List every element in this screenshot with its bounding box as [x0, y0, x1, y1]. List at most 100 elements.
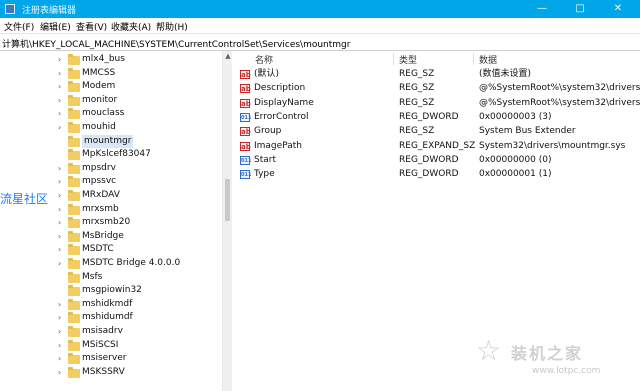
tree-item-label[interactable]: mrxsmb20: [82, 216, 130, 229]
tree-item-label[interactable]: msisadrv: [82, 325, 123, 338]
minimize-button[interactable]: —: [528, 0, 556, 18]
string-value-icon: ab: [240, 98, 251, 108]
value-row[interactable]: ab (默认) REG_SZ (数值未设置): [233, 67, 640, 81]
value-type: REG_EXPAND_SZ: [399, 140, 476, 151]
close-button[interactable]: ✕: [604, 0, 632, 18]
tree-item-label[interactable]: Modem: [82, 80, 115, 93]
chevron-right-icon[interactable]: ›: [58, 121, 66, 134]
title-bar: 注册表编辑器 — □ ✕: [0, 0, 640, 18]
value-row[interactable]: ab Group REG_SZ System Bus Extender: [233, 124, 640, 138]
folder-icon: [68, 312, 80, 324]
menu-edit[interactable]: 编辑(E): [40, 20, 71, 33]
value-row[interactable]: ab ImagePath REG_EXPAND_SZ System32\drivers…: [233, 139, 640, 153]
folder-icon: [68, 122, 80, 133]
value-row[interactable]: ab Description REG_SZ @%SystemRoot%\system3…: [233, 81, 640, 95]
chevron-right-icon[interactable]: ›: [58, 80, 66, 93]
tree-item-label[interactable]: mouhid: [82, 121, 116, 134]
menu-help[interactable]: 帮助(H): [156, 20, 188, 33]
value-name[interactable]: Start: [254, 153, 276, 167]
tree-item-label[interactable]: MSDTC Bridge 4.0.0.0: [82, 257, 180, 270]
menu-favorites[interactable]: 收藏夹(A): [111, 20, 151, 33]
menu-file[interactable]: 文件(F): [4, 20, 34, 33]
chevron-right-icon[interactable]: ›: [58, 230, 66, 243]
tree-item-label[interactable]: MRxDAV: [82, 189, 120, 202]
tree-item-label[interactable]: MSDTC: [82, 243, 114, 256]
tree-item-label[interactable]: MsBridge: [82, 230, 124, 243]
folder-icon: [68, 94, 80, 106]
value-name[interactable]: DisplayName: [254, 96, 314, 110]
chevron-right-icon[interactable]: ›: [58, 162, 66, 175]
chevron-right-icon[interactable]: ›: [58, 325, 66, 338]
value-name[interactable]: ImagePath: [254, 139, 302, 153]
chevron-right-icon[interactable]: ›: [58, 366, 66, 379]
chevron-right-icon[interactable]: ›: [58, 352, 66, 365]
tree-item-label[interactable]: MSiSCSI: [82, 339, 118, 352]
tree-item-label[interactable]: mpssvc: [82, 175, 116, 188]
chevron-right-icon[interactable]: ›: [58, 298, 66, 311]
chevron-right-icon[interactable]: ›: [58, 216, 66, 229]
value-row[interactable]: ab DisplayName REG_SZ @%SystemRoot%\system3…: [233, 96, 640, 110]
chevron-right-icon[interactable]: ›: [58, 339, 66, 352]
chevron-right-icon[interactable]: ›: [58, 67, 66, 80]
scroll-thumb[interactable]: [225, 179, 230, 221]
chevron-right-icon[interactable]: ›: [58, 53, 66, 66]
column-separator[interactable]: [393, 53, 394, 65]
maximize-button[interactable]: □: [566, 0, 594, 18]
tree-item-label[interactable]: mshidumdf: [82, 311, 133, 324]
value-data: System32\drivers\mountmgr.sys: [479, 140, 626, 151]
folder-icon: [68, 203, 80, 215]
window-title: 注册表编辑器: [22, 6, 77, 16]
dword-value-icon: 011: [240, 170, 252, 180]
address-bar[interactable]: 计算机\HKEY_LOCAL_MACHINE\SYSTEM\CurrentCon…: [0, 34, 640, 51]
value-type: REG_DWORD: [399, 111, 459, 122]
tree-item-label[interactable]: mouclass: [82, 107, 124, 120]
tree-item-label[interactable]: msgpiowin32: [82, 284, 142, 297]
tree-item-label[interactable]: mrxsmb: [82, 203, 119, 216]
value-name[interactable]: Group: [254, 124, 281, 138]
folder-icon: [68, 230, 80, 242]
value-type: REG_DWORD: [399, 154, 459, 165]
value-data: 0x00000000 (0): [479, 154, 552, 165]
value-row[interactable]: 011 Start REG_DWORD 0x00000000 (0): [233, 153, 640, 167]
address-path[interactable]: 计算机\HKEY_LOCAL_MACHINE\SYSTEM\CurrentCon…: [2, 37, 350, 50]
folder-icon: [68, 285, 80, 297]
watermark-right: ☆ 装机之家 www.lotpc.com: [476, 334, 636, 388]
folder-icon: [68, 353, 80, 365]
chevron-right-icon[interactable]: ›: [58, 243, 66, 256]
tree-scrollbar[interactable]: ▲: [222, 51, 232, 391]
folder-icon: [68, 67, 80, 79]
tree-item-label[interactable]: MpKslcef83047: [82, 148, 151, 161]
chevron-right-icon[interactable]: ›: [58, 189, 66, 202]
value-name[interactable]: ErrorControl: [254, 110, 308, 124]
tree-item-label[interactable]: mlx4_bus: [82, 53, 125, 66]
value-name[interactable]: Type: [254, 167, 275, 181]
star-logo-icon: ☆: [476, 334, 502, 367]
menu-view[interactable]: 查看(V): [76, 20, 107, 33]
chevron-right-icon[interactable]: ›: [58, 107, 66, 120]
chevron-right-icon[interactable]: ›: [58, 203, 66, 216]
column-separator[interactable]: [473, 53, 474, 65]
folder-icon: [68, 149, 80, 161]
tree-item-label[interactable]: MMCSS: [82, 67, 115, 80]
chevron-right-icon[interactable]: ›: [58, 94, 66, 107]
column-header-name[interactable]: 名称: [255, 53, 273, 67]
tree-item-label[interactable]: MSKSSRV: [82, 366, 125, 379]
scroll-up-arrow-icon[interactable]: ▲: [223, 52, 233, 61]
column-header-type[interactable]: 类型: [399, 53, 417, 67]
chevron-right-icon[interactable]: ›: [58, 311, 66, 324]
tree-item-label[interactable]: monitor: [82, 94, 117, 107]
tree-item-label[interactable]: msiserver: [82, 352, 126, 365]
tree-item-label[interactable]: Msfs: [82, 271, 102, 284]
tree-pane[interactable]: › mlx4_bus › MMCSS › Modem › monitor › mouclass › m…: [0, 51, 223, 391]
value-row[interactable]: 011 Type REG_DWORD 0x00000001 (1): [233, 167, 640, 181]
value-name[interactable]: Description: [254, 81, 305, 95]
value-name[interactable]: (默认): [254, 67, 279, 81]
chevron-right-icon[interactable]: ›: [58, 257, 66, 270]
tree-item-label[interactable]: mountmgr: [82, 134, 134, 148]
column-header-data[interactable]: 数据: [479, 53, 497, 67]
value-row[interactable]: 011 ErrorControl REG_DWORD 0x00000003 (3): [233, 110, 640, 124]
dword-value-icon: 011: [240, 112, 252, 122]
chevron-right-icon[interactable]: ›: [58, 175, 66, 188]
tree-item-label[interactable]: mpsdrv: [82, 162, 116, 175]
tree-item-label[interactable]: mshidkmdf: [82, 298, 132, 311]
